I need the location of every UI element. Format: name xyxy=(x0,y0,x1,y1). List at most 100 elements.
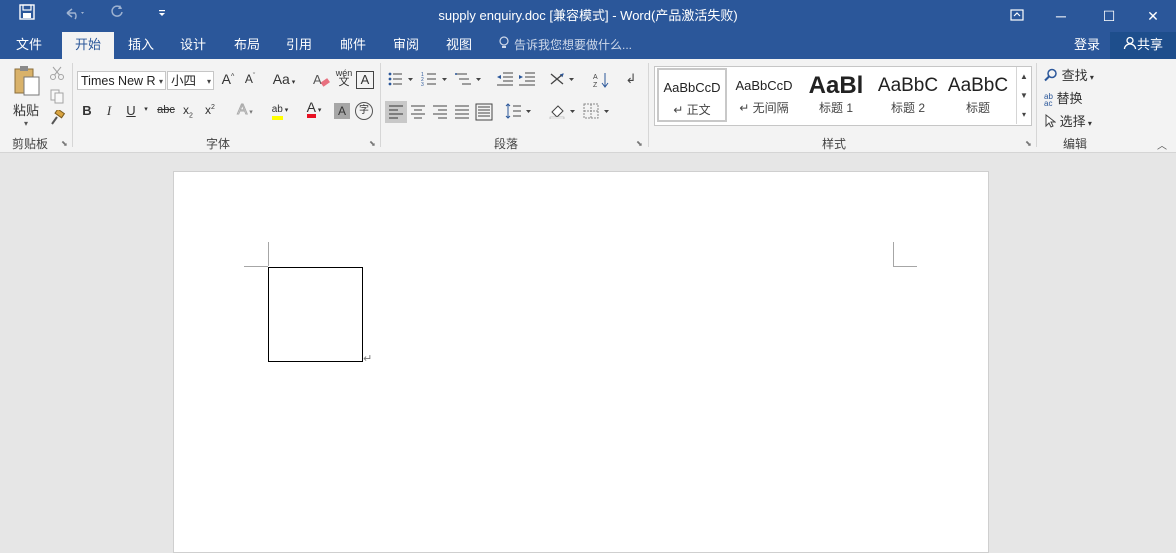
replace-icon: ab ac xyxy=(1044,91,1053,108)
style-normal[interactable]: AaBbCcD ↵ 正文 xyxy=(657,68,727,122)
share-button[interactable]: 共享 xyxy=(1110,32,1176,59)
styles-more-icon[interactable]: ▾ xyxy=(1016,105,1031,124)
font-color-button[interactable]: A ▾ xyxy=(298,100,330,118)
subscript-button[interactable]: x2 xyxy=(180,103,196,119)
clipboard-launcher-icon[interactable]: ⬊ xyxy=(61,139,68,148)
copy-icon[interactable] xyxy=(48,88,66,106)
align-right-icon[interactable] xyxy=(431,105,449,122)
style-heading-1[interactable]: AaBl 标题 1 xyxy=(801,68,871,122)
align-center-icon[interactable] xyxy=(409,105,427,122)
svg-text:A: A xyxy=(593,74,598,81)
tab-mailings[interactable]: 邮件 xyxy=(330,32,376,59)
separator xyxy=(1036,63,1037,147)
customize-icon[interactable] xyxy=(152,0,172,32)
ribbon-tabs: 文件 开始 插入 设计 布局 引用 邮件 审阅 视图 告诉我您想要做什么... … xyxy=(0,32,1176,59)
margin-corner-tl xyxy=(268,242,269,266)
superscript-button[interactable]: x2 xyxy=(202,103,218,117)
font-launcher-icon[interactable]: ⬊ xyxy=(369,139,376,148)
sort-icon[interactable]: AZ xyxy=(592,71,610,92)
styles-scroll-down-icon[interactable]: ▼ xyxy=(1016,86,1031,105)
grow-font-button[interactable]: A^ xyxy=(219,71,237,87)
cut-icon[interactable] xyxy=(48,65,66,83)
show-marks-icon[interactable]: ↲ xyxy=(624,71,638,87)
tab-file[interactable]: 文件 xyxy=(4,32,54,59)
chinese-layout-button[interactable] xyxy=(548,71,578,90)
text-effects-button[interactable]: A ▾ xyxy=(232,101,258,119)
tab-references[interactable]: 引用 xyxy=(276,32,322,59)
align-left-button[interactable] xyxy=(385,101,407,123)
replace-button[interactable]: ab ac 替换 xyxy=(1044,88,1106,107)
clear-format-icon[interactable]: A xyxy=(312,71,330,92)
underline-button[interactable]: U xyxy=(124,103,138,118)
tell-me-box[interactable]: 告诉我您想要做什么... xyxy=(498,32,632,59)
share-label: 共享 xyxy=(1136,37,1163,52)
find-button[interactable]: 查找 ▾ xyxy=(1044,65,1106,85)
margin-corner-tr xyxy=(893,266,917,267)
paste-button[interactable]: 粘贴 ▾ xyxy=(8,65,44,128)
undo-icon[interactable] xyxy=(58,0,92,32)
style-no-spacing[interactable]: AaBbCcD ↵ 无间隔 xyxy=(729,68,799,122)
tab-home[interactable]: 开始 xyxy=(62,32,114,59)
decrease-indent-icon[interactable] xyxy=(496,71,514,90)
font-name-combo[interactable]: Times New R ▾ xyxy=(77,71,166,90)
phonetic-guide-button[interactable]: wén 文 xyxy=(334,69,354,88)
enclose-char-button[interactable]: 字 xyxy=(355,102,373,120)
paragraph-launcher-icon[interactable]: ⬊ xyxy=(636,139,643,148)
increase-indent-icon[interactable] xyxy=(518,71,536,90)
document-page[interactable] xyxy=(173,171,989,553)
distributed-icon[interactable] xyxy=(475,103,493,124)
justify-icon[interactable] xyxy=(453,105,471,122)
style-title[interactable]: AaBbC 标题 xyxy=(943,68,1013,122)
svg-text:A: A xyxy=(313,72,322,87)
shrink-font-button[interactable]: Aˇ xyxy=(241,72,259,86)
inline-frame-shape[interactable] xyxy=(268,267,363,362)
change-case-button[interactable]: Aa ▾ xyxy=(270,71,298,87)
login-link[interactable]: 登录 xyxy=(1074,32,1100,59)
search-icon xyxy=(1044,68,1058,85)
style-heading-2[interactable]: AaBbC 标题 2 xyxy=(873,68,943,122)
format-painter-icon[interactable] xyxy=(48,108,66,128)
italic-button[interactable]: I xyxy=(102,103,116,119)
redo-icon[interactable] xyxy=(106,0,128,32)
borders-button[interactable] xyxy=(582,103,612,122)
svg-text:3: 3 xyxy=(421,82,424,87)
styles-group-label: 样式 xyxy=(821,137,846,151)
font-size-combo[interactable]: 小四 ▾ xyxy=(167,71,214,90)
title-bar: supply enquiry.doc [兼容模式] - Word(产品激活失败)… xyxy=(0,0,1176,32)
tab-insert[interactable]: 插入 xyxy=(118,32,164,59)
bullets-button[interactable] xyxy=(386,71,416,90)
clipboard-icon xyxy=(8,65,44,100)
styles-scroll-up-icon[interactable]: ▲ xyxy=(1016,67,1031,86)
lightbulb-icon xyxy=(498,33,510,59)
char-shading-button[interactable]: A xyxy=(334,103,350,119)
bold-button[interactable]: B xyxy=(80,103,94,118)
highlight-button[interactable]: ab ▾ xyxy=(264,101,296,120)
minimize-button[interactable]: ─ xyxy=(1038,0,1084,32)
separator xyxy=(72,63,73,147)
line-spacing-button[interactable] xyxy=(504,103,534,122)
separator xyxy=(380,63,381,147)
multilevel-list-button[interactable] xyxy=(454,71,484,90)
paragraph-shading-button[interactable] xyxy=(548,103,578,122)
strikethrough-button[interactable]: abc xyxy=(156,104,176,116)
ribbon-display-icon[interactable] xyxy=(994,0,1040,32)
styles-gallery: AaBbCcD ↵ 正文 AaBbCcD ↵ 无间隔 AaBl 标题 1 AaB… xyxy=(654,66,1032,126)
save-icon[interactable] xyxy=(14,0,40,32)
tab-view[interactable]: 视图 xyxy=(436,32,482,59)
close-button[interactable]: ✕ xyxy=(1130,0,1176,32)
font-name-value: Times New R xyxy=(81,74,156,88)
underline-dropdown-icon[interactable]: ▾ xyxy=(141,105,151,113)
char-border-button[interactable]: A xyxy=(356,71,374,89)
select-button[interactable]: 选择 ▾ xyxy=(1044,111,1106,131)
paste-label: 粘贴 xyxy=(12,103,39,118)
clipboard-group-label: 剪贴板 xyxy=(11,137,48,151)
maximize-button[interactable]: ☐ xyxy=(1086,0,1132,32)
tab-layout[interactable]: 布局 xyxy=(224,32,270,59)
numbering-button[interactable]: 123 xyxy=(420,71,450,90)
collapse-ribbon-icon[interactable]: ︿ xyxy=(1154,137,1170,152)
margin-corner-tr xyxy=(893,242,894,266)
tab-review[interactable]: 审阅 xyxy=(383,32,429,59)
window-title: supply enquiry.doc [兼容模式] - Word(产品激活失败) xyxy=(438,8,738,23)
styles-launcher-icon[interactable]: ⬊ xyxy=(1025,139,1032,148)
tab-design[interactable]: 设计 xyxy=(170,32,216,59)
